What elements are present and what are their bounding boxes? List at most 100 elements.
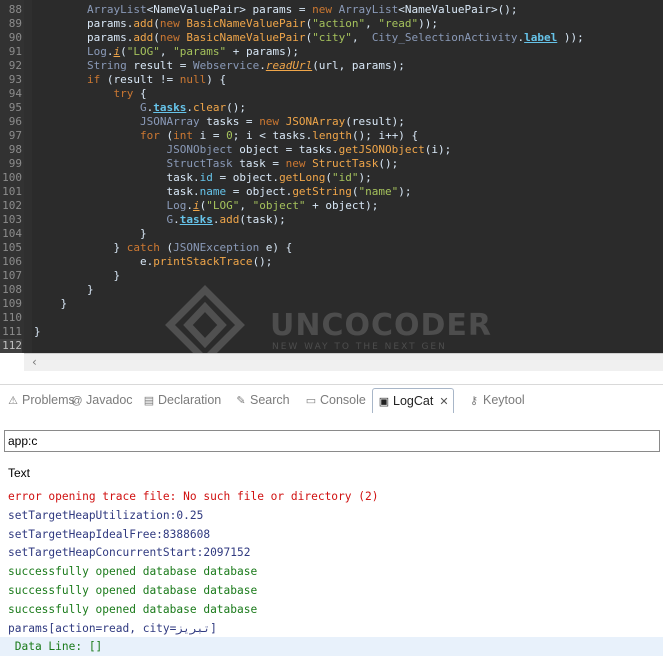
code-token: (); i++) { [351,129,419,142]
code-line[interactable]: e.printStackTrace(); [34,255,272,269]
code-line[interactable]: } [34,269,120,283]
tab-declaration[interactable]: ▤ Declaration [138,388,225,412]
code-token: label [524,31,558,44]
code-token: BasicNameValuePair [186,17,306,30]
code-token: ( [120,45,127,58]
code-token: JSONArray [139,115,200,128]
code-line[interactable]: if (result != null) { [34,73,226,87]
log-row[interactable]: setTargetHeapConcurrentStart:2097152 [0,543,663,562]
code-token: "read" [378,17,419,30]
tab-search[interactable]: ✎ Search [230,388,294,412]
code-line[interactable]: } [34,283,94,297]
log-column-header-text[interactable]: Text [8,466,30,480]
code-token: <NameValuePair> params = [146,3,313,16]
log-row[interactable]: params[action=read, city=تبریز] [0,619,663,638]
log-row[interactable]: successfully opened database database [0,562,663,581]
tab-javadoc[interactable]: @ Javadoc [66,388,137,412]
code-token: (); [226,101,246,114]
code-line[interactable]: } [34,325,41,339]
code-line[interactable]: ArrayList<NameValuePair> params = new Ar… [34,3,518,17]
code-token: getJSONObject [338,143,425,156]
code-token: length [312,129,352,142]
line-number: 98 [8,143,22,156]
line-number: 99 [8,157,22,170]
log-row[interactable]: setTargetHeapIdealFree:8388608 [0,525,663,544]
code-line[interactable]: G.tasks.clear(); [34,101,246,115]
log-row[interactable]: Data Line: [] [0,637,663,657]
code-token: = object. [212,171,280,184]
code-editor[interactable]: 88 89 90 91 92 93 94 95 96 97 98 99 100 101 102 103 104 1… [0,0,663,353]
code-token: String [86,59,127,72]
code-line[interactable]: JSONObject object = tasks.getJSONObject(… [34,143,451,157]
line-number: 88 [8,3,22,16]
code-token: (); [378,157,399,170]
code-token: (result); [345,115,405,128]
code-line[interactable]: task.id = object.getLong("id"); [34,171,371,185]
code-line[interactable]: G.tasks.add(task); [34,213,286,227]
log-row[interactable]: successfully opened database database [0,581,663,600]
code-token: task = [232,157,286,170]
log-row[interactable]: successfully opened database database [0,600,663,619]
tab-keytool[interactable]: ⚷ Keytool [463,388,529,412]
code-token: "name" [358,185,399,198]
code-token: City_SelectionActivity [371,31,518,44]
code-token: JSONException [173,241,260,254]
code-token: tasks [153,101,187,114]
code-token: Log [86,45,107,58]
tab-logcat[interactable]: ▣ LogCat ✕ [372,388,454,413]
code-token: (task); [239,213,286,226]
close-tab-icon[interactable]: ✕ [439,396,448,408]
code-line[interactable]: try { [34,87,146,101]
code-token: } [34,227,147,240]
code-line[interactable]: JSONArray tasks = new JSONArray(result); [34,115,405,129]
scroll-left-icon[interactable]: ‹ [32,355,37,369]
code-token: . [173,213,180,226]
horizontal-scrollbar[interactable]: ‹ [24,353,663,371]
code-token: )); [557,31,584,44]
code-line[interactable]: } catch (JSONException e) { [34,241,292,255]
code-token: ; i < tasks. [232,129,313,142]
code-line[interactable]: Log.i("LOG", "object" + object); [34,199,378,213]
code-line[interactable]: params.add(new BasicNameValuePair("city"… [34,31,584,45]
code-line[interactable]: } [34,297,67,311]
code-token: JSONArray [285,115,346,128]
code-line[interactable]: task.name = object.getString("name"); [34,185,411,199]
tab-console[interactable]: ▭ Console [300,388,370,412]
code-token: , [365,17,379,30]
code-token: "LOG" [126,45,160,58]
line-number: 92 [8,59,22,72]
code-token: id [199,171,213,184]
code-token: name [199,185,227,198]
code-token: (result != [100,73,180,86]
code-line[interactable]: StructTask task = new StructTask(); [34,157,398,171]
code-token: new [285,157,306,170]
code-line[interactable]: params.add(new BasicNameValuePair("actio… [34,17,438,31]
code-token: G [139,101,147,114]
code-token: "action" [312,17,366,30]
line-number: 100 [2,171,22,184]
log-row[interactable]: setTargetHeapUtilization:0.25 [0,506,663,525]
watermark-title: UNCOCODER [270,308,493,343]
code-token: ( [153,31,160,44]
code-token: ArrayList [86,3,147,16]
logcat-filter-input[interactable]: app:c [4,430,660,452]
tab-label: Console [320,393,366,407]
tab-label: Keytool [483,393,525,407]
code-line[interactable]: String result = Webservice.readUrl(url, … [34,59,405,73]
code-token: e. [34,255,154,268]
code-token: "object" [252,199,306,212]
log-row[interactable]: error opening trace file: No such file o… [0,487,663,506]
line-number: 89 [8,17,22,30]
code-token: BasicNameValuePair [186,31,306,44]
code-line[interactable]: Log.i("LOG", "params" + params); [34,45,299,59]
code-token: } [34,297,68,310]
problems-icon: ⚠ [8,395,18,407]
code-line[interactable]: } [34,227,147,241]
code-line[interactable]: for (int i = 0; i < tasks.length(); i++)… [34,129,418,143]
